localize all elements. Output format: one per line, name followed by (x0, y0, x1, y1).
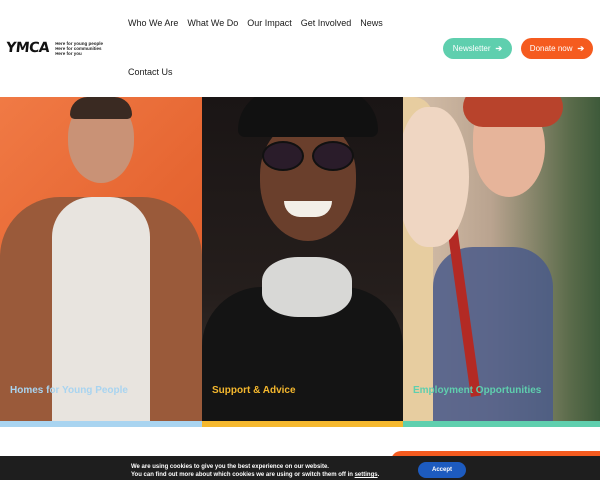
panel-homes-for-young-people[interactable]: Homes for Young People (0, 97, 202, 427)
tagline-line: Here for you (55, 50, 82, 56)
nav-our-impact[interactable]: Our Impact (247, 17, 292, 29)
newsletter-button[interactable]: Newsletter ➔ (443, 38, 512, 59)
donate-label: Donate now (529, 44, 573, 53)
panel-support-and-advice[interactable]: Support & Advice (202, 97, 403, 427)
panel-accent-bar (202, 421, 403, 427)
ymca-logo[interactable]: YMCA Here for young people Here for comm… (5, 40, 103, 56)
cookie-accept-button[interactable]: Accept (418, 462, 466, 478)
newsletter-label: Newsletter (452, 44, 491, 53)
cookie-line: You can find out more about which cookie… (131, 471, 379, 479)
cookie-settings-link[interactable]: settings (355, 472, 378, 478)
cookie-line-suffix: . (377, 472, 380, 478)
arrow-right-icon: ➔ (495, 44, 503, 53)
nav-get-involved[interactable]: Get Involved (301, 17, 352, 29)
cookie-message: We are using cookies to give you the bes… (131, 463, 379, 479)
cookie-banner: We are using cookies to give you the bes… (0, 456, 600, 480)
panel-accent-bar (0, 421, 202, 427)
cookie-line: We are using cookies to give you the bes… (131, 464, 329, 470)
panel-photo (403, 97, 600, 427)
panel-accent-bar (403, 421, 600, 427)
nav-who-we-are[interactable]: Who We Are (128, 17, 178, 29)
nav-what-we-do[interactable]: What We Do (187, 17, 238, 29)
logo-wordmark: YMCA (5, 40, 51, 56)
nav-news[interactable]: News (360, 17, 383, 29)
panel-employment-opportunities[interactable]: Employment Opportunities (403, 97, 600, 427)
hero-panels: Homes for Young People Support & Advice … (0, 97, 600, 427)
logo-tagline: Here for young people Here for communiti… (55, 41, 103, 56)
nav-contact-us[interactable]: Contact Us (128, 66, 173, 78)
panel-label: Support & Advice (212, 385, 296, 396)
main-nav: Who We Are What We Do Our Impact Get Inv… (128, 17, 388, 78)
panel-photo (202, 97, 403, 421)
cookie-line-prefix: You can find out more about which cookie… (131, 472, 355, 478)
panel-label: Homes for Young People (10, 385, 128, 396)
panel-label: Employment Opportunities (413, 385, 542, 396)
panel-photo (0, 97, 202, 421)
arrow-right-icon: ➔ (577, 44, 585, 53)
site-header: YMCA Here for young people Here for comm… (0, 0, 600, 97)
donate-button[interactable]: Donate now ➔ (521, 38, 593, 59)
